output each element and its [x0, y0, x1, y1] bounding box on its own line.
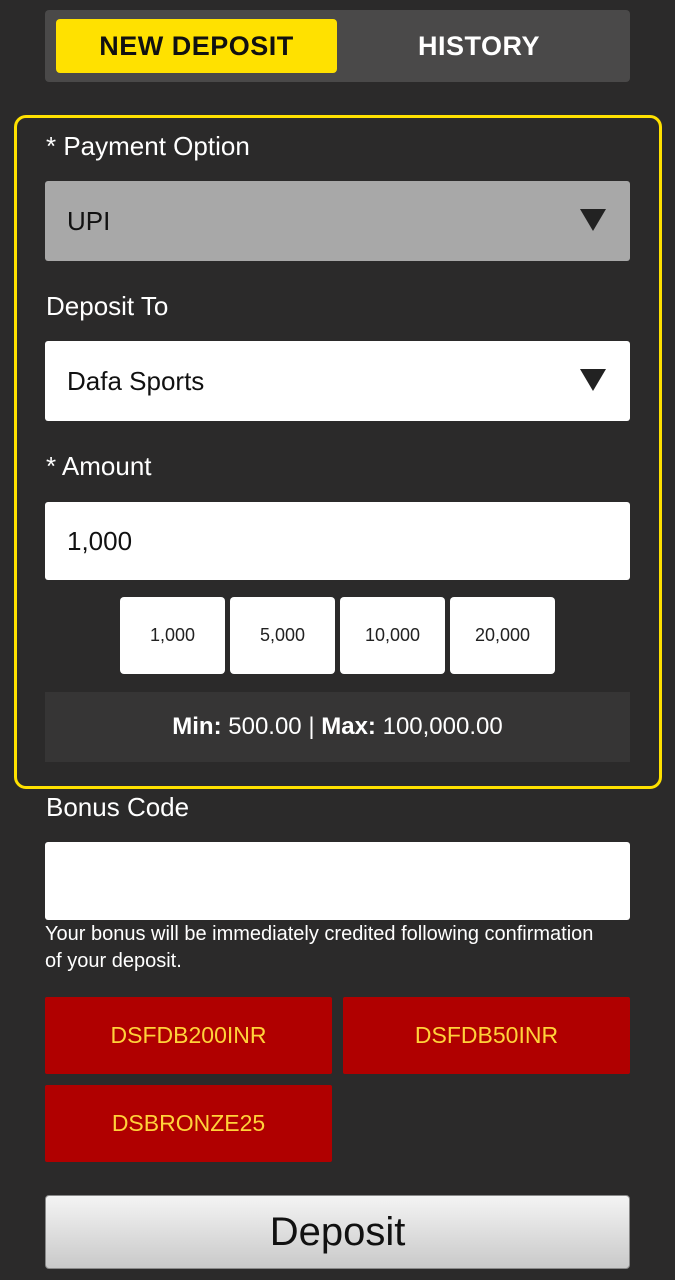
quick-amount-1000[interactable]: 1,000 [120, 597, 225, 674]
max-label: Max: [321, 713, 376, 740]
deposit-to-value: Dafa Sports [67, 365, 205, 396]
bonus-code-button[interactable]: DSFDB200INR [45, 997, 332, 1074]
bonus-code-label: Bonus Code [46, 792, 190, 822]
quick-amount-5000[interactable]: 5,000 [230, 597, 335, 674]
min-value: 500.00 [228, 713, 302, 740]
min-label: Min: [172, 713, 222, 740]
deposit-button[interactable]: Deposit [45, 1195, 630, 1269]
bonus-code-button[interactable]: DSBRONZE25 [45, 1085, 332, 1162]
tab-new-deposit[interactable]: NEW DEPOSIT [56, 19, 337, 73]
payment-option-label: * Payment Option [46, 131, 250, 161]
dropdown-arrow-icon [580, 209, 606, 231]
deposit-tabs: NEW DEPOSIT HISTORY [45, 10, 630, 82]
deposit-to-label: Deposit To [46, 291, 169, 321]
payment-option-select[interactable]: UPI [45, 181, 630, 261]
dropdown-arrow-icon [580, 369, 606, 391]
quick-amount-20000[interactable]: 20,000 [450, 597, 555, 674]
amount-input[interactable]: 1,000 [45, 502, 630, 580]
deposit-limits: Min: 500.00 | Max: 100,000.00 [45, 692, 630, 762]
amount-label: * Amount [46, 451, 152, 481]
payment-option-value: UPI [67, 205, 111, 236]
quick-amount-10000[interactable]: 10,000 [340, 597, 445, 674]
deposit-to-select[interactable]: Dafa Sports [45, 341, 630, 421]
bonus-code-button[interactable]: DSFDB50INR [343, 997, 630, 1074]
bonus-hint: Your bonus will be immediately credited … [45, 923, 594, 972]
max-value: 100,000.00 [382, 713, 503, 740]
bonus-code-input[interactable] [45, 842, 630, 920]
limits-separator: | [308, 713, 315, 740]
tab-history[interactable]: HISTORY [337, 19, 621, 73]
